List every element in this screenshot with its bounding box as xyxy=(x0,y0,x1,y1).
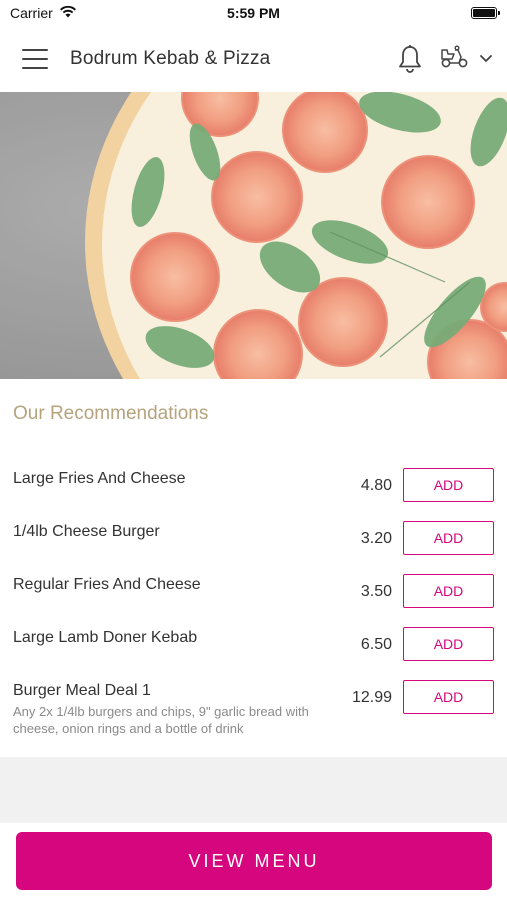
item-name: Regular Fries And Cheese xyxy=(13,576,201,593)
item-price: 4.80 xyxy=(360,477,392,494)
item-name: 1/4lb Cheese Burger xyxy=(13,523,160,540)
pizza-illustration xyxy=(0,92,507,379)
wifi-icon xyxy=(59,5,77,21)
item-price: 6.50 xyxy=(360,636,392,653)
item-price: 3.20 xyxy=(360,530,392,547)
page-title: Bodrum Kebab & Pizza xyxy=(70,48,271,69)
scooter-icon xyxy=(439,45,469,74)
add-button[interactable]: ADD xyxy=(403,468,494,502)
chevron-down-icon xyxy=(479,50,493,68)
add-button[interactable]: ADD xyxy=(403,574,494,608)
item-name: Large Fries And Cheese xyxy=(13,470,186,487)
item-price: 3.50 xyxy=(360,583,392,600)
footer: VIEW MENU xyxy=(0,823,507,900)
recommendations-section: Our Recommendations Large Fries And Chee… xyxy=(0,379,507,757)
section-title: Our Recommendations xyxy=(13,403,209,424)
menu-icon[interactable] xyxy=(22,49,48,69)
status-bar: Carrier 5:59 PM xyxy=(0,0,507,26)
battery-icon xyxy=(471,7,500,19)
add-button[interactable]: ADD xyxy=(403,627,494,661)
item-name: Large Lamb Doner Kebab xyxy=(13,629,198,646)
status-left: Carrier xyxy=(10,5,77,21)
hero-image xyxy=(0,92,507,379)
add-button[interactable]: ADD xyxy=(403,680,494,714)
carrier-label: Carrier xyxy=(10,5,53,21)
item-description: Any 2x 1/4lb burgers and chips, 9" garli… xyxy=(13,704,309,736)
item-name: Burger Meal Deal 1 xyxy=(13,682,151,699)
app-header: Bodrum Kebab & Pizza xyxy=(0,26,507,92)
item-price: 12.99 xyxy=(351,689,392,706)
header-actions xyxy=(397,44,493,74)
add-button[interactable]: ADD xyxy=(403,521,494,555)
delivery-mode-selector[interactable] xyxy=(439,45,493,74)
spacer-band xyxy=(0,757,507,823)
view-menu-button[interactable]: VIEW MENU xyxy=(16,832,492,890)
bell-icon[interactable] xyxy=(397,44,423,74)
